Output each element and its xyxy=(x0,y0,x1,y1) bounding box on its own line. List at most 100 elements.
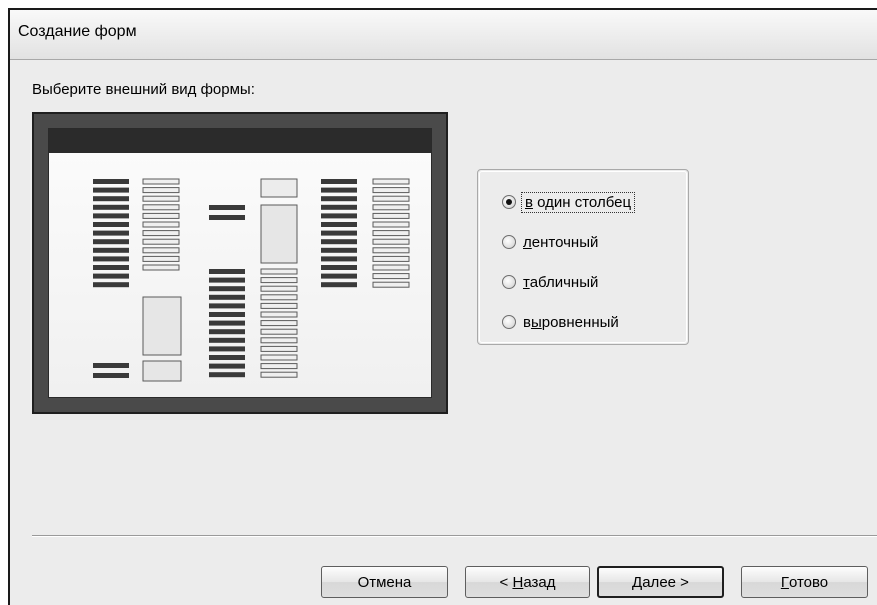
preview-field xyxy=(142,264,180,271)
preview-memo-field xyxy=(260,204,298,264)
preview-field xyxy=(372,230,410,237)
preview-label xyxy=(93,363,129,368)
preview-field xyxy=(142,360,182,382)
preview-label xyxy=(93,273,129,279)
preview-label xyxy=(209,372,245,378)
layout-prompt: Выберите внешний вид формы: xyxy=(32,81,255,98)
preview-field xyxy=(142,255,180,262)
preview-field xyxy=(260,311,298,318)
radio-button-tabular[interactable] xyxy=(502,235,516,249)
preview-label xyxy=(93,373,129,378)
preview-label xyxy=(209,337,245,343)
preview-label xyxy=(93,187,129,193)
radio-option-columnar[interactable]: в один столбец xyxy=(502,191,636,213)
preview-label xyxy=(209,277,245,283)
preview-label xyxy=(321,222,357,227)
preview-label xyxy=(93,196,129,202)
preview-field xyxy=(260,345,298,352)
preview-field xyxy=(142,221,180,228)
preview-label xyxy=(321,239,357,245)
preview-field xyxy=(142,212,180,219)
preview-field xyxy=(372,264,410,271)
preview-label xyxy=(321,265,357,270)
preview-field xyxy=(142,230,180,237)
title-bar: Создание форм xyxy=(10,10,877,60)
preview-label xyxy=(321,179,357,184)
preview-field xyxy=(260,302,298,309)
preview-label xyxy=(93,265,129,270)
preview-label xyxy=(209,320,245,326)
preview-label xyxy=(93,282,129,288)
preview-label xyxy=(209,294,245,300)
layout-preview xyxy=(32,112,448,414)
preview-label xyxy=(93,222,129,227)
preview-label xyxy=(93,239,129,245)
radio-button-justified[interactable] xyxy=(502,315,516,329)
preview-field xyxy=(372,187,410,194)
preview-field xyxy=(142,187,180,194)
preview-field xyxy=(260,354,298,361)
preview-label xyxy=(93,256,129,262)
preview-label xyxy=(209,363,245,369)
next-button[interactable]: Далее > xyxy=(597,566,724,598)
radio-label-datasheet[interactable]: табличный xyxy=(523,274,598,291)
button-separator xyxy=(32,535,877,537)
preview-label xyxy=(321,230,357,236)
preview-field xyxy=(142,178,180,185)
preview-label xyxy=(321,273,357,279)
preview-field xyxy=(372,247,410,254)
preview-label xyxy=(209,355,245,360)
preview-fields-illustration xyxy=(93,178,410,382)
radio-button-datasheet[interactable] xyxy=(502,275,516,289)
preview-field xyxy=(372,281,410,288)
preview-field xyxy=(260,294,298,301)
cancel-button[interactable]: Отмена xyxy=(321,566,448,598)
preview-field xyxy=(372,204,410,211)
preview-field xyxy=(260,285,298,292)
preview-field xyxy=(142,247,180,254)
preview-label xyxy=(209,346,245,352)
preview-label xyxy=(209,312,245,317)
preview-label xyxy=(321,247,357,253)
preview-field xyxy=(372,273,410,280)
preview-label xyxy=(321,196,357,202)
layout-options-group: в один столбец ленточный табличный выров… xyxy=(477,169,689,345)
preview-field xyxy=(372,238,410,245)
preview-label xyxy=(209,286,245,292)
preview-label xyxy=(93,230,129,236)
preview-label xyxy=(93,179,129,184)
radio-option-tabular[interactable]: ленточный xyxy=(502,231,598,253)
preview-label xyxy=(93,247,129,253)
preview-field xyxy=(372,195,410,202)
preview-field xyxy=(260,320,298,327)
preview-field xyxy=(260,328,298,335)
preview-label xyxy=(321,204,357,210)
preview-field xyxy=(260,337,298,344)
preview-field xyxy=(260,371,298,378)
radio-button-columnar[interactable] xyxy=(502,195,516,209)
radio-label-justified[interactable]: выровненный xyxy=(523,314,619,331)
preview-field xyxy=(372,221,410,228)
preview-label xyxy=(209,269,245,274)
preview-label xyxy=(209,205,245,210)
radio-label-tabular[interactable]: ленточный xyxy=(523,234,598,251)
preview-label xyxy=(93,204,129,210)
preview-label xyxy=(209,303,245,309)
preview-field xyxy=(260,363,298,370)
form-wizard-dialog: Создание форм Выберите внешний вид формы… xyxy=(8,8,877,605)
radio-label-columnar[interactable]: в один столбец xyxy=(520,191,636,213)
preview-field xyxy=(142,238,180,245)
preview-field xyxy=(142,204,180,211)
preview-label xyxy=(321,213,357,219)
preview-label xyxy=(321,282,357,288)
preview-field xyxy=(372,212,410,219)
radio-option-datasheet[interactable]: табличный xyxy=(502,271,598,293)
preview-form-canvas xyxy=(48,128,432,398)
radio-option-justified[interactable]: выровненный xyxy=(502,311,619,333)
preview-field xyxy=(372,255,410,262)
back-button[interactable]: < Назад xyxy=(465,566,590,598)
preview-field xyxy=(260,268,298,275)
finish-button[interactable]: Готово xyxy=(741,566,868,598)
preview-field xyxy=(372,178,410,185)
preview-field xyxy=(260,277,298,284)
